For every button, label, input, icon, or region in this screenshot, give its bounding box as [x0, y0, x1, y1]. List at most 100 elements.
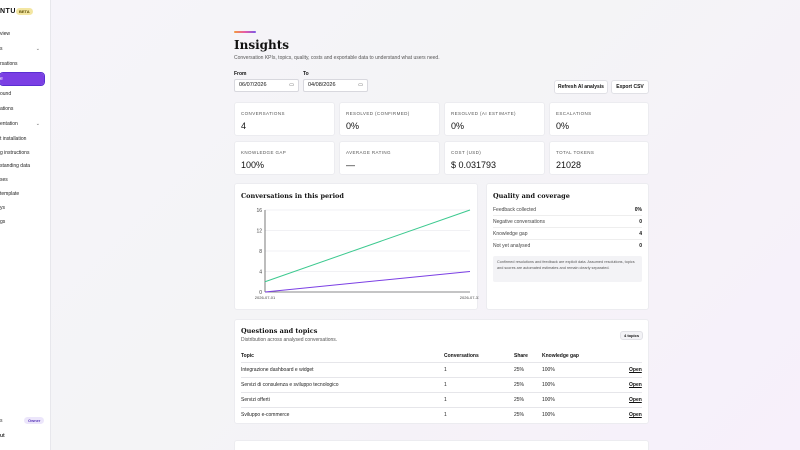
brand-logo: NTU [0, 8, 16, 15]
open-topic-link[interactable]: Open [629, 397, 642, 403]
kpi-label: RESOLVED (AI ESTIMATE) [451, 111, 516, 116]
y-tick-label: 12 [256, 229, 262, 235]
topic-gap: 100% [542, 397, 555, 403]
chevron-down-icon: ⌄ [35, 46, 40, 52]
kpi-value: 0% [346, 121, 360, 131]
quality-row-label: Knowledge gap [493, 231, 528, 237]
refresh-ai-analysis-button[interactable]: Refresh AI analysis [554, 80, 608, 94]
topic-conversations: 1 [444, 382, 447, 388]
quality-coverage-card: Quality and coverage Feedback collected 0… [486, 183, 649, 310]
to-date-input[interactable]: 04/08/2026 ▭ [303, 79, 368, 92]
topic-name: Servizi offerti [241, 397, 270, 403]
divider [493, 215, 642, 216]
divider [493, 239, 642, 240]
y-tick-label: 8 [259, 249, 262, 255]
topics-subtitle: Distribution across analysed conversatio… [241, 337, 338, 343]
column-header-topic: Topic [241, 353, 254, 359]
sidebar-item-uses[interactable]: ses [0, 174, 46, 186]
owner-badge: Owner [24, 417, 45, 424]
sidebar-item-insights[interactable]: e [0, 72, 45, 86]
conversations-chart-card: Conversations in this period 0 4 8 12 16 2026… [234, 183, 479, 310]
quality-row-label: Feedback collected [493, 207, 537, 213]
page-title: Insights [234, 38, 290, 52]
series-line [264, 271, 471, 293]
open-topic-link[interactable]: Open [629, 412, 642, 418]
logout-link[interactable]: ut [0, 433, 5, 439]
column-header-conversations: Conversations [444, 353, 479, 359]
sidebar-item-playground[interactable]: ound [0, 88, 46, 100]
topic-name: Sviluppo e-commerce [241, 412, 290, 418]
kpi-card-conversations: CONVERSATIONS 4 [234, 102, 335, 136]
sidebar-item-installation[interactable]: t installation [0, 133, 46, 145]
kpi-card-escalations: ESCALATIONS 0% [549, 102, 649, 136]
quality-row-value: 4 [639, 231, 642, 237]
divider [241, 407, 642, 408]
title-accent-bar [234, 31, 256, 33]
from-date-input[interactable]: 06/07/2026 ▭ [234, 79, 299, 92]
quality-row-label: Negative conversations [493, 219, 545, 225]
kpi-label: CONVERSATIONS [241, 111, 285, 116]
kpi-value: 0% [556, 121, 570, 131]
x-tick-label: 2026-07-01 [255, 295, 276, 300]
kpi-value: 100% [241, 160, 265, 170]
topic-conversations: 1 [444, 412, 447, 418]
topic-share: 25% [514, 382, 525, 388]
kpi-label: COST (USD) [451, 150, 482, 155]
sidebar-item-documentation[interactable]: entation ⌄ [0, 118, 46, 130]
topics-count-badge: 4 topics [620, 331, 644, 340]
sidebar-item-integrations[interactable]: ations [0, 103, 46, 115]
sidebar-item-keys[interactable]: ys [0, 202, 46, 214]
from-date-value: 06/07/2026 [239, 82, 267, 88]
main-content: Insights Conversation KPIs, topics, qual… [51, 0, 800, 450]
kpi-label: TOTAL TOKENS [556, 150, 595, 155]
kpi-card-resolved-confirmed: RESOLVED (CONFIRMED) 0% [339, 102, 440, 136]
calendar-icon: ▭ [289, 82, 294, 88]
sidebar-item-label: entation [0, 121, 18, 127]
column-header-share: Share [514, 353, 528, 359]
quality-title: Quality and coverage [493, 192, 570, 200]
sidebar-item-understanding-data[interactable]: standing data [0, 160, 46, 172]
topic-gap: 100% [542, 382, 555, 388]
sidebar-item-overview[interactable]: view [0, 28, 46, 40]
topic-share: 25% [514, 397, 525, 403]
open-topic-link[interactable]: Open [629, 382, 642, 388]
sidebar-item-group[interactable]: s ⌄ [0, 43, 46, 55]
kpi-label: KNOWLEDGE GAP [241, 150, 287, 155]
sidebar-item-instructions[interactable]: g instructions [0, 147, 46, 159]
sidebar-account-label: s [0, 418, 3, 424]
sidebar-item-template[interactable]: template [0, 188, 46, 200]
series-line [264, 209, 471, 283]
divider [493, 227, 642, 228]
kpi-value: — [346, 160, 355, 170]
kpi-value: $ 0.031793 [451, 160, 497, 170]
column-header-knowledge-gap: Knowledge gap [542, 353, 579, 359]
quality-row-not-analysed: Not yet analysed 0 [493, 243, 642, 253]
sidebar-item-conversations[interactable]: rsations [0, 58, 46, 70]
topic-share: 25% [514, 412, 525, 418]
open-topic-link[interactable]: Open [629, 367, 642, 373]
quality-note: Confirmed resolutions and feedback are e… [493, 256, 642, 282]
quality-row-label: Not yet analysed [493, 243, 531, 249]
topics-card: Questions and topics Distribution across… [234, 319, 649, 424]
export-csv-button[interactable]: Export CSV [611, 80, 649, 94]
x-tick-label: 2026-07-31 [460, 295, 479, 300]
calendar-icon: ▭ [358, 82, 363, 88]
kpi-label: AVERAGE RATING [346, 150, 391, 155]
quality-row-value: 0 [639, 219, 642, 225]
y-tick-label: 4 [259, 270, 262, 276]
sidebar-item-settings[interactable]: gs [0, 216, 46, 228]
chevron-down-icon: ⌄ [35, 121, 40, 127]
topic-name: Servizi di consulenza e sviluppo tecnolo… [241, 382, 339, 388]
divider [241, 377, 642, 378]
conversations-line-chart: 04812162026-07-01 2026-07-31 [255, 208, 479, 300]
kpi-label: ESCALATIONS [556, 111, 592, 116]
kpi-card-average-rating: AVERAGE RATING — [339, 141, 440, 175]
sidebar-item-label: s [0, 46, 3, 52]
kpi-value: 4 [241, 121, 247, 131]
sidebar: NTU BETA view s ⌄ rsations e ound ations … [0, 0, 51, 450]
kpi-card-knowledge-gap: KNOWLEDGE GAP 100% [234, 141, 335, 175]
topic-gap: 100% [542, 367, 555, 373]
topics-title: Questions and topics [241, 327, 318, 335]
beta-badge: BETA [16, 8, 33, 15]
kpi-card-resolved-ai: RESOLVED (AI ESTIMATE) 0% [444, 102, 545, 136]
